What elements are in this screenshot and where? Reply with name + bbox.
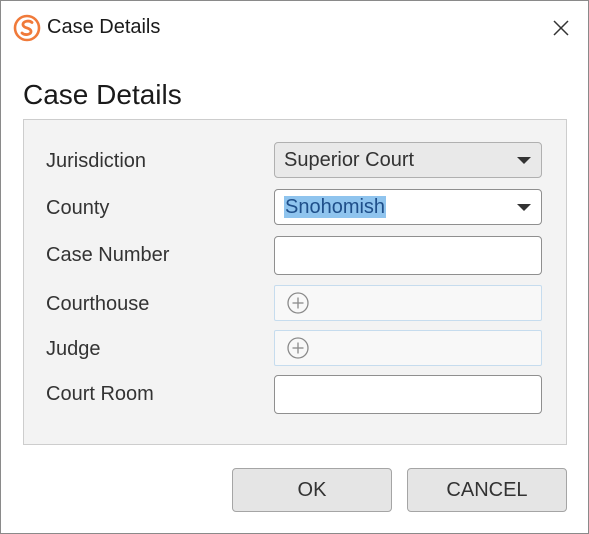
county-select[interactable]: Snohomish (274, 189, 542, 225)
ok-button[interactable]: OK (232, 468, 392, 512)
jurisdiction-value: Superior Court (284, 149, 415, 171)
courthouse-label: Courthouse (46, 293, 150, 315)
add-circle-icon[interactable] (287, 337, 309, 359)
judge-label: Judge (46, 338, 101, 360)
courthouse-lookup[interactable] (274, 285, 542, 321)
page-heading: Case Details (23, 79, 182, 110)
close-icon (553, 20, 569, 36)
case-details-dialog: Case Details Case Details Jurisdiction S… (0, 0, 589, 534)
court-room-input[interactable] (274, 375, 542, 414)
add-circle-icon[interactable] (287, 292, 309, 314)
case-number-label: Case Number (46, 244, 170, 266)
judge-lookup[interactable] (274, 330, 542, 366)
window-title: Case Details (47, 16, 161, 38)
jurisdiction-select[interactable]: Superior Court (274, 142, 542, 178)
chevron-down-icon (517, 157, 531, 164)
jurisdiction-label: Jurisdiction (46, 150, 147, 172)
cancel-button[interactable]: CANCEL (407, 468, 567, 512)
county-label: County (46, 197, 110, 219)
county-value: Snohomish (284, 196, 387, 218)
court-room-label: Court Room (46, 383, 154, 405)
close-button[interactable] (543, 11, 579, 45)
case-number-input[interactable] (274, 236, 542, 275)
chevron-down-icon (517, 204, 531, 211)
app-logo-icon (13, 14, 41, 42)
title-bar: Case Details (1, 1, 588, 55)
